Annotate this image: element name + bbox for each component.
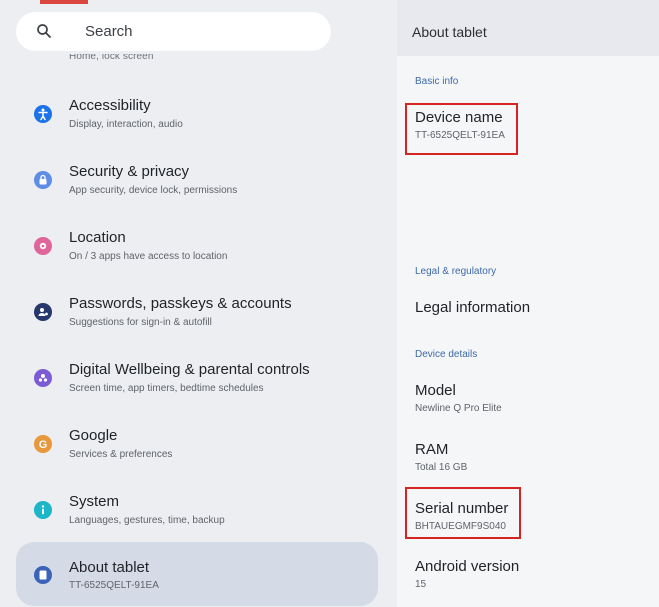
settings-item-subtitle: Suggestions for sign-in & autofill (69, 317, 212, 328)
settings-item-subtitle: Display, interaction, audio (69, 119, 183, 130)
settings-item-about-tablet[interactable]: About tablet TT-6525QELT-91EA (16, 542, 378, 606)
settings-item-title: About tablet (69, 559, 150, 576)
model-row[interactable]: Model Newline Q Pro Elite (415, 382, 502, 414)
search-bar[interactable]: Search (16, 12, 331, 51)
settings-item-subtitle: TT-6525QELT-91EA (69, 580, 159, 591)
settings-item-subtitle: Services & preferences (69, 449, 173, 460)
info-icon (34, 501, 52, 519)
page-title: About tablet (412, 24, 487, 40)
settings-item-title: Google (69, 427, 118, 444)
wellbeing-icon (34, 369, 52, 387)
google-icon: G (34, 435, 52, 453)
settings-item-title: Security & privacy (69, 163, 190, 180)
top-indicator (40, 0, 88, 4)
section-device-details: Device details (415, 349, 478, 360)
settings-item-subtitle: Screen time, app timers, bedtime schedul… (69, 383, 264, 394)
about-header: About tablet (397, 0, 659, 56)
svg-text:G: G (39, 439, 48, 451)
settings-item-wellbeing[interactable]: Digital Wellbeing & parental controls Sc… (0, 361, 397, 417)
model-value: Newline Q Pro Elite (415, 403, 502, 414)
settings-item-title: Digital Wellbeing & parental controls (69, 361, 310, 378)
settings-item-subtitle: App security, device lock, permissions (69, 185, 238, 196)
settings-item-security[interactable]: Security & privacy App security, device … (0, 163, 397, 219)
settings-item-system[interactable]: System Languages, gestures, time, backup (0, 493, 397, 549)
lock-icon (34, 171, 52, 189)
highlight-box-device-name (405, 103, 518, 155)
settings-item-accessibility[interactable]: Accessibility Display, interaction, audi… (0, 97, 397, 153)
location-pin-icon (34, 237, 52, 255)
android-version-row[interactable]: Android version 15 (415, 558, 519, 590)
tablet-icon (34, 566, 52, 584)
settings-list-pane: Search Home, lock screen Accessibility D… (0, 0, 397, 607)
settings-item-passwords[interactable]: Passwords, passkeys & accounts Suggestio… (0, 295, 397, 351)
ram-title: RAM (415, 441, 449, 458)
settings-item-title: Passwords, passkeys & accounts (69, 295, 292, 312)
partially-hidden-item-subtitle: Home, lock screen (69, 51, 154, 62)
search-icon (37, 24, 51, 38)
settings-item-google[interactable]: G Google Services & preferences (0, 427, 397, 483)
accessibility-icon (34, 105, 52, 123)
settings-item-title: Accessibility (69, 97, 151, 114)
android-version-title: Android version (415, 558, 520, 575)
settings-item-title: Location (69, 229, 126, 246)
ram-row[interactable]: RAM Total 16 GB (415, 441, 467, 473)
settings-item-subtitle: Languages, gestures, time, backup (69, 515, 225, 526)
settings-item-subtitle: On / 3 apps have access to location (69, 251, 228, 262)
model-title: Model (415, 382, 456, 399)
android-version-value: 15 (415, 579, 427, 590)
about-tablet-pane: About tablet Basic info Device name TT-6… (397, 0, 659, 607)
search-label: Search (85, 23, 133, 40)
ram-value: Total 16 GB (415, 462, 468, 473)
highlight-box-serial-number (405, 487, 521, 539)
section-basic-info: Basic info (415, 76, 459, 87)
legal-information-title: Legal information (415, 299, 531, 316)
settings-item-location[interactable]: Location On / 3 apps have access to loca… (0, 229, 397, 285)
settings-item-title: System (69, 493, 120, 510)
legal-information-row[interactable]: Legal information (415, 299, 530, 316)
account-icon (34, 303, 52, 321)
section-legal: Legal & regulatory (415, 266, 497, 277)
